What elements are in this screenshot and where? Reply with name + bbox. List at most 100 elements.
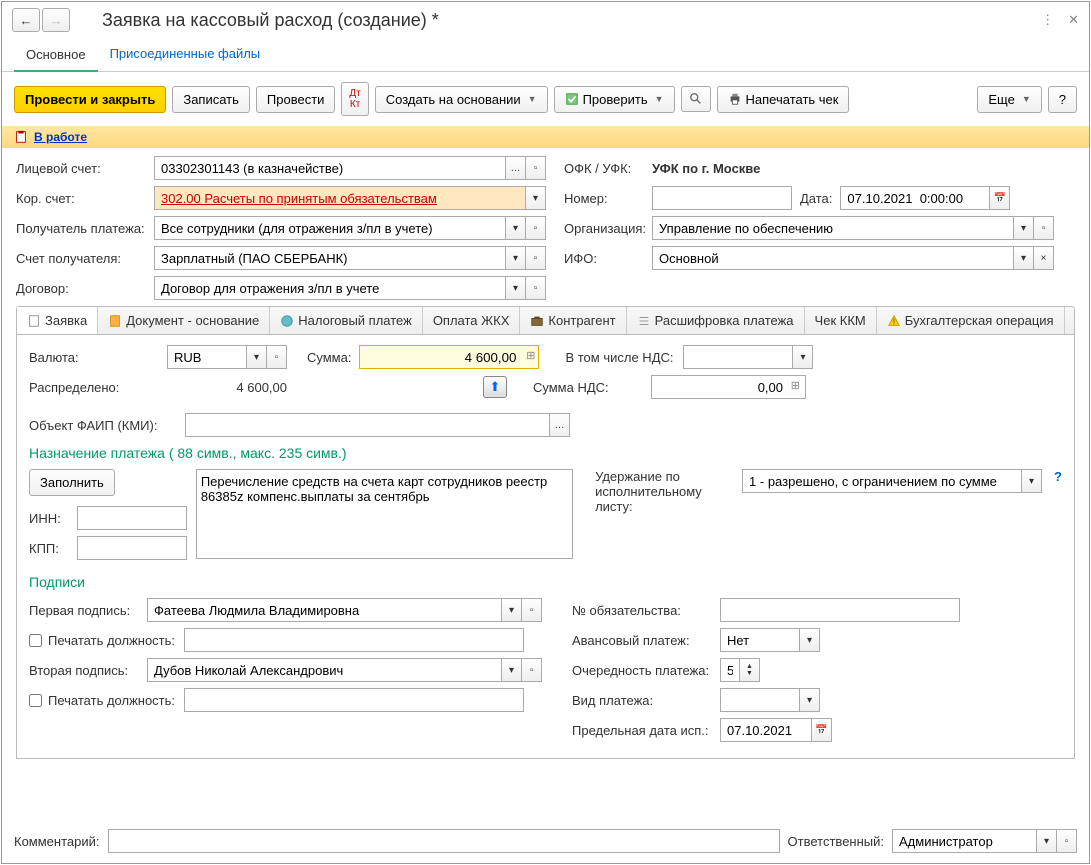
dropdown-button[interactable]: ▾ [1037, 829, 1057, 853]
print-post1-input[interactable] [184, 628, 524, 652]
distributed-label: Распределено: [29, 380, 159, 395]
open-button[interactable]: ▫ [1034, 216, 1054, 240]
sig2-label: Вторая подпись: [29, 663, 139, 678]
dropdown-button[interactable]: ▾ [1022, 469, 1042, 493]
dropdown-button[interactable]: ▾ [502, 658, 522, 682]
create-from-button[interactable]: Создать на основании▼ [375, 86, 548, 113]
vat-sum-input[interactable] [651, 375, 806, 399]
account-input[interactable] [154, 156, 506, 180]
kpp-input[interactable] [77, 536, 187, 560]
payee-label: Получатель платежа: [16, 221, 146, 236]
garnish-input[interactable] [742, 469, 1022, 493]
open-button[interactable]: ▫ [522, 658, 542, 682]
dropdown-button[interactable]: ▾ [506, 276, 526, 300]
dropdown-button[interactable]: ▾ [1014, 216, 1034, 240]
tab-kkm[interactable]: Чек ККМ [805, 307, 877, 334]
tab-counterparty[interactable]: Контрагент [520, 307, 626, 334]
org-input[interactable] [652, 216, 1014, 240]
dropdown-button[interactable]: ▾ [247, 345, 267, 369]
tab-files[interactable]: Присоединенные файлы [98, 38, 273, 71]
post-close-button[interactable]: Провести и закрыть [14, 86, 166, 113]
purpose-textarea[interactable]: Перечисление средств на счета карт сотру… [196, 469, 573, 559]
briefcase-icon [530, 314, 544, 328]
nav-back-button[interactable]: ← [12, 8, 40, 32]
currency-label: Валюта: [29, 350, 159, 365]
tab-decoding[interactable]: Расшифровка платежа [627, 307, 805, 334]
print-receipt-button[interactable]: Напечатать чек [717, 86, 850, 113]
help-link[interactable]: ? [1054, 469, 1062, 484]
open-button[interactable]: ▫ [1057, 829, 1077, 853]
responsible-input[interactable] [892, 829, 1037, 853]
printer-icon [728, 92, 742, 106]
priority-input[interactable] [720, 658, 740, 682]
clear-button[interactable]: × [1034, 246, 1054, 270]
check-button[interactable]: Проверить▼ [554, 86, 675, 113]
sig2-input[interactable] [147, 658, 502, 682]
tab-accounting[interactable]: !Бухгалтерская операция [877, 307, 1065, 334]
sum-input[interactable] [359, 345, 539, 369]
dropdown-button[interactable]: ▾ [502, 598, 522, 622]
sig1-label: Первая подпись: [29, 603, 139, 618]
payee-input[interactable] [154, 216, 506, 240]
menu-icon[interactable]: ⋮ [1041, 12, 1054, 28]
date-input[interactable] [840, 186, 990, 210]
print-post2-label: Печатать должность: [48, 693, 178, 708]
print-post2-checkbox[interactable] [29, 694, 42, 707]
search-button[interactable] [681, 86, 711, 112]
date-label: Дата: [800, 191, 832, 206]
payee-acc-input[interactable] [154, 246, 506, 270]
open-button[interactable]: ▫ [522, 598, 542, 622]
print-post2-input[interactable] [184, 688, 524, 712]
more-button[interactable]: Еще▼ [977, 86, 1041, 113]
fill-button[interactable]: Заполнить [29, 469, 115, 496]
ellipsis-button[interactable]: … [506, 156, 526, 180]
contract-input[interactable] [154, 276, 506, 300]
up-arrow-button[interactable]: ⬆ [483, 376, 507, 398]
dropdown-button[interactable]: ▾ [793, 345, 813, 369]
nav-forward-button[interactable]: → [42, 8, 70, 32]
vat-incl-input[interactable] [683, 345, 793, 369]
open-button[interactable]: ▫ [526, 216, 546, 240]
dropdown-button[interactable]: ▾ [800, 688, 820, 712]
calculator-icon[interactable]: ⊞ [791, 379, 800, 392]
corr-input[interactable] [154, 186, 526, 210]
open-button[interactable]: ▫ [526, 276, 546, 300]
inn-input[interactable] [77, 506, 187, 530]
help-button[interactable]: ? [1048, 86, 1077, 113]
obligation-input[interactable] [720, 598, 960, 622]
status-link[interactable]: В работе [34, 130, 87, 144]
dropdown-button[interactable]: ▾ [506, 246, 526, 270]
payee-acc-label: Счет получателя: [16, 251, 146, 266]
advance-input[interactable] [720, 628, 800, 652]
save-button[interactable]: Записать [172, 86, 250, 113]
post-button[interactable]: Провести [256, 86, 336, 113]
dropdown-button[interactable]: ▾ [1014, 246, 1034, 270]
close-icon[interactable]: ✕ [1068, 12, 1079, 28]
dt-kt-button[interactable]: ДтКт [341, 82, 368, 116]
open-button[interactable]: ▫ [267, 345, 287, 369]
currency-input[interactable] [167, 345, 247, 369]
tab-request[interactable]: Заявка [17, 307, 98, 334]
calendar-button[interactable]: 📅 [812, 718, 832, 742]
calculator-icon[interactable]: ⊞ [526, 349, 535, 362]
dropdown-button[interactable]: ▾ [506, 216, 526, 240]
ellipsis-button[interactable]: … [550, 413, 570, 437]
tab-main[interactable]: Основное [14, 39, 98, 72]
tab-utilities[interactable]: Оплата ЖКХ [423, 307, 521, 334]
tab-tax[interactable]: Налоговый платеж [270, 307, 423, 334]
open-button[interactable]: ▫ [526, 246, 546, 270]
spinner-button[interactable]: ▲▼ [740, 658, 760, 682]
number-input[interactable] [652, 186, 792, 210]
open-button[interactable]: ▫ [526, 156, 546, 180]
comment-input[interactable] [108, 829, 780, 853]
deadline-input[interactable] [720, 718, 812, 742]
dropdown-button[interactable]: ▾ [526, 186, 546, 210]
pay-type-input[interactable] [720, 688, 800, 712]
sig1-input[interactable] [147, 598, 502, 622]
dropdown-button[interactable]: ▾ [800, 628, 820, 652]
calendar-button[interactable]: 📅 [990, 186, 1010, 210]
print-post1-checkbox[interactable] [29, 634, 42, 647]
ifo-input[interactable] [652, 246, 1014, 270]
faip-input[interactable] [185, 413, 550, 437]
tab-basis[interactable]: Документ - основание [98, 307, 270, 334]
